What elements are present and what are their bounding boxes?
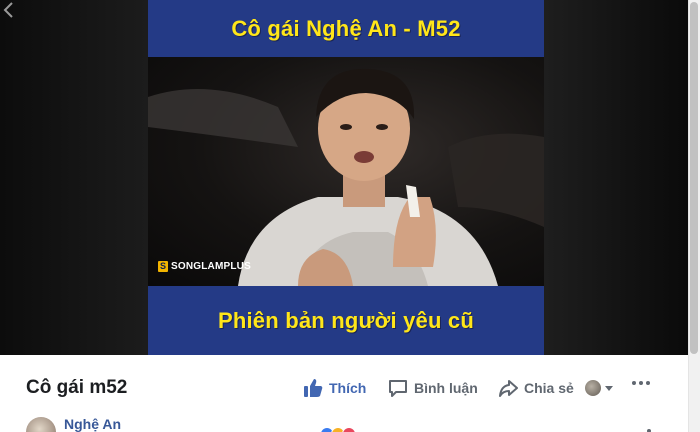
more-dot [646,381,650,385]
scrollbar-thumb[interactable] [690,2,698,354]
video-letterbox-right [544,0,688,355]
scrollbar[interactable] [688,0,700,432]
love-reaction-icon [342,427,356,432]
video-bottom-banner: Phiên bản người yêu cũ [148,286,544,355]
like-icon [303,378,323,398]
like-button[interactable]: Thích [303,377,366,399]
comment-icon [388,378,408,398]
video-frame: Cô gái Nghệ An - M52 S SONGLAMPLUS Phiên… [148,0,544,355]
avatar[interactable] [26,417,56,432]
watermark: S SONGLAMPLUS [158,261,251,272]
caret-down-icon [605,385,613,391]
poster[interactable]: Nghệ An [26,416,121,432]
like-label: Thích [329,380,367,396]
comment-button[interactable]: Bình luận [388,377,478,399]
share-button[interactable]: Chia sẻ [498,377,574,399]
post-title: Cô gái m52 [26,377,128,398]
video-top-banner: Cô gái Nghệ An - M52 [148,0,544,57]
video-bottom-banner-text: Phiên bản người yêu cũ [217,307,474,333]
comment-label: Bình luận [414,380,478,396]
singer-illustration [148,68,544,286]
post-info-bar: Cô gái m52 Thích Bình luận Chia sẻ Nghệ … [0,355,688,432]
audience-selector[interactable] [585,380,613,396]
page: Cô gái Nghệ An - M52 S SONGLAMPLUS Phiên… [0,0,700,432]
watermark-text: SONGLAMPLUS [171,261,251,272]
video-scene: S SONGLAMPLUS [148,57,544,286]
poster-name[interactable]: Nghệ An [64,416,121,432]
more-dot [632,381,636,385]
globe-icon [585,380,601,396]
video-letterbox-left [0,0,148,355]
video-top-banner-text: Cô gái Nghệ An - M52 [231,15,461,41]
share-icon [498,378,518,398]
more-icon[interactable] [632,381,650,385]
reaction-icons[interactable] [320,427,356,432]
watermark-logo: S [158,261,168,272]
video-player[interactable]: Cô gái Nghệ An - M52 S SONGLAMPLUS Phiên… [0,0,688,355]
chevron-left-icon[interactable] [2,2,16,18]
share-label: Chia sẻ [524,380,574,396]
more-dot [639,381,643,385]
